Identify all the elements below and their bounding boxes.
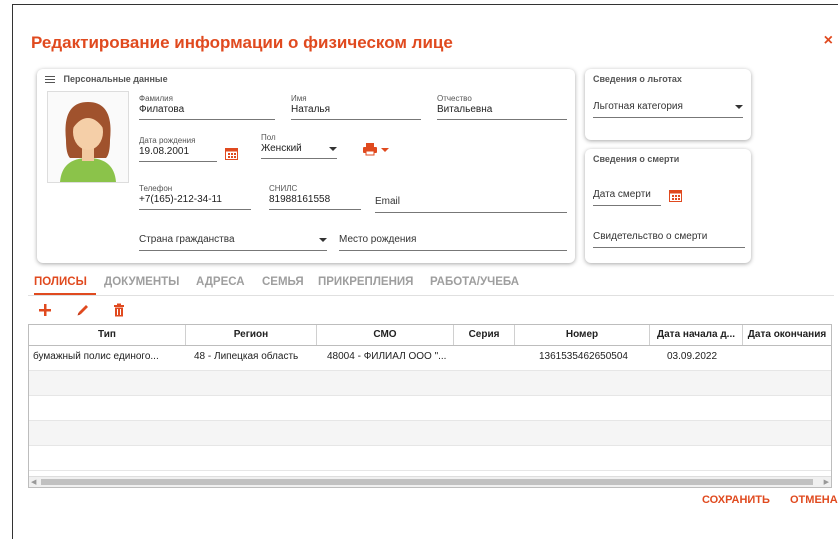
surname-label: Фамилия [139, 94, 173, 103]
personal-data-card: Персональные данные Фамилия Филатова Имя… [37, 69, 575, 263]
benefits-header: Сведения о льготах [593, 74, 682, 84]
benefit-category-field[interactable]: Льготная категория [593, 101, 743, 118]
cell-number: 1361535462650504 [539, 351, 628, 362]
table-header: Тип Регион СМО Серия Номер Дата начала д… [29, 325, 831, 346]
tab-family[interactable]: СЕМЬЯ [262, 276, 304, 288]
col-end-date[interactable]: Дата окончания [743, 325, 831, 345]
email-field[interactable]: Email [375, 196, 567, 213]
snils-field[interactable]: СНИЛС 81988161558 [269, 184, 361, 210]
table-row-empty [29, 371, 831, 396]
table-row[interactable]: бумажный полис единого... 48 - Липецкая … [29, 346, 831, 371]
benefit-chevron-down-icon[interactable] [735, 105, 743, 109]
death-certificate-input[interactable]: Свидетельство о смерти [593, 231, 745, 248]
edit-pencil-icon[interactable] [76, 303, 90, 317]
cell-smo: 48004 - ФИЛИАЛ ООО "... [327, 351, 447, 362]
birthdate-calendar-icon[interactable] [225, 147, 238, 160]
gender-select[interactable]: Женский [261, 143, 302, 154]
tab-documents[interactable]: ДОКУМЕНТЫ [104, 276, 179, 288]
birthplace-field[interactable]: Место рождения [339, 234, 567, 251]
delete-trash-icon[interactable] [112, 303, 126, 317]
printer-icon[interactable] [363, 142, 377, 156]
phone-input[interactable]: +7(165)-212-34-11 [139, 194, 251, 210]
scrollbar-thumb[interactable] [41, 479, 813, 485]
table-row-empty [29, 396, 831, 421]
email-input[interactable]: Email [375, 196, 567, 213]
benefits-card: Сведения о льготах Льготная категория [585, 69, 751, 140]
add-icon[interactable] [38, 303, 52, 317]
birthplace-input[interactable]: Место рождения [339, 234, 567, 251]
print-chevron-down-icon[interactable] [381, 148, 389, 152]
col-type[interactable]: Тип [29, 325, 186, 345]
col-smo[interactable]: СМО [317, 325, 454, 345]
citizenship-select[interactable]: Страна гражданства [139, 234, 235, 245]
personal-data-header: Персональные данные [63, 74, 168, 84]
patronymic-input[interactable]: Витальевна [437, 104, 567, 120]
col-number[interactable]: Номер [515, 325, 650, 345]
scroll-left-icon[interactable]: ◀ [31, 478, 36, 486]
cancel-button[interactable]: ОТМЕНА [790, 494, 838, 506]
patronymic-label: Отчество [437, 94, 472, 103]
death-info-card: Сведения о смерти Дата смерти Свидетельс… [585, 149, 751, 263]
death-date-input[interactable]: Дата смерти [593, 189, 661, 206]
scroll-right-icon[interactable]: ▶ [824, 478, 829, 486]
gender-chevron-down-icon[interactable] [329, 147, 337, 151]
col-region[interactable]: Регион [186, 325, 317, 345]
phone-label: Телефон [139, 184, 173, 193]
cell-region: 48 - Липецкая область [194, 351, 299, 362]
name-label: Имя [291, 94, 307, 103]
name-input[interactable]: Наталья [291, 104, 421, 120]
col-series[interactable]: Серия [454, 325, 515, 345]
birthdate-label: Дата рождения [139, 136, 196, 145]
tab-work-study[interactable]: РАБОТА/УЧЕБА [430, 276, 519, 288]
death-date-calendar-icon[interactable] [669, 189, 682, 202]
close-icon[interactable]: × [824, 32, 833, 50]
tab-policies[interactable]: ПОЛИСЫ [34, 276, 87, 288]
avatar[interactable] [47, 91, 129, 183]
tab-attachments[interactable]: ПРИКРЕПЛЕНИЯ [318, 276, 413, 288]
surname-input[interactable]: Филатова [139, 104, 275, 120]
tabs-divider [28, 295, 834, 296]
save-button[interactable]: СОХРАНИТЬ [702, 494, 770, 506]
cell-series [459, 346, 513, 368]
cell-end-date [749, 346, 829, 368]
table-row-empty [29, 421, 831, 446]
birthdate-input[interactable]: 19.08.2001 [139, 146, 217, 162]
surname-field[interactable]: Фамилия Филатова [139, 94, 275, 120]
dialog-title: Редактирование информации о физическом л… [31, 33, 453, 52]
birthdate-field[interactable]: Дата рождения 19.08.2001 [139, 136, 217, 162]
patronymic-field[interactable]: Отчество Витальевна [437, 94, 567, 120]
snils-label: СНИЛС [269, 184, 298, 193]
citizenship-chevron-down-icon[interactable] [319, 238, 327, 242]
cell-type: бумажный полис единого... [33, 351, 159, 362]
gender-field[interactable]: Пол Женский [261, 133, 337, 159]
tab-addresses[interactable]: АДРЕСА [196, 276, 245, 288]
death-date-field[interactable]: Дата смерти [593, 189, 661, 206]
death-header: Сведения о смерти [593, 154, 680, 164]
citizenship-field[interactable]: Страна гражданства [139, 234, 327, 251]
table-row-empty [29, 446, 831, 471]
cell-start-date: 03.09.2022 [667, 351, 718, 362]
horizontal-scrollbar[interactable]: ◀ ▶ [29, 476, 831, 487]
gender-label: Пол [261, 133, 276, 142]
name-field[interactable]: Имя Наталья [291, 94, 421, 120]
policies-table: Тип Регион СМО Серия Номер Дата начала д… [28, 324, 832, 488]
snils-input[interactable]: 81988161558 [269, 194, 361, 210]
col-start-date[interactable]: Дата начала д... [650, 325, 743, 345]
death-certificate-field[interactable]: Свидетельство о смерти [593, 231, 745, 248]
menu-icon[interactable] [45, 74, 55, 85]
benefit-category-select[interactable]: Льготная категория [593, 101, 683, 112]
phone-field[interactable]: Телефон +7(165)-212-34-11 [139, 184, 251, 210]
